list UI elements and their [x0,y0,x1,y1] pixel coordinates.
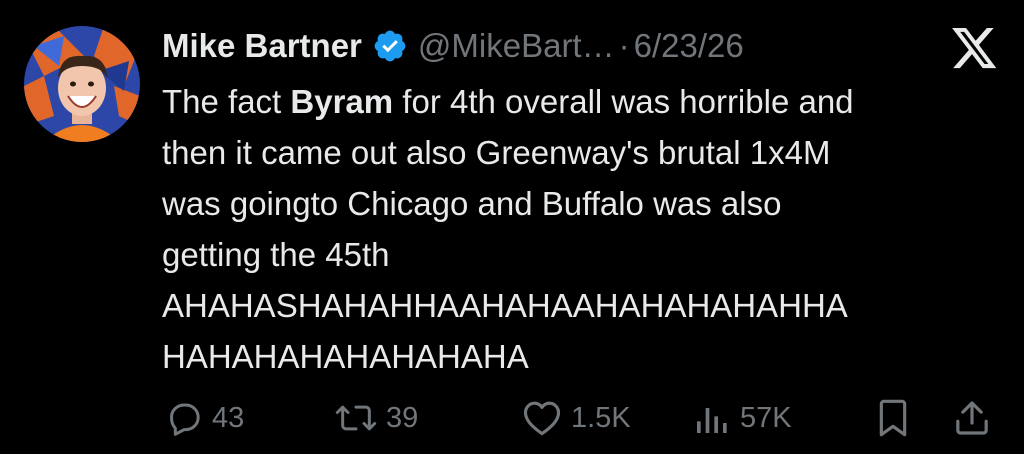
avatar[interactable] [24,26,140,142]
repost-button[interactable]: 39 [334,392,418,444]
tweet-line: HAHAHAHAHAHAHAHA [162,338,529,375]
bold-text: Byram [290,83,394,120]
repost-count: 39 [386,401,419,434]
view-count: 57K [740,401,792,434]
tweet-line: getting the 45th [162,236,390,273]
author-handle[interactable]: @MikeBart… [418,27,615,65]
repost-icon [335,405,377,431]
bookmark-button[interactable] [876,392,910,444]
heart-icon [523,401,561,436]
reply-icon [170,403,200,436]
like-button[interactable]: 1.5K [521,392,631,444]
author-name[interactable]: Mike Bartner [162,27,362,65]
tweet-line: The fact Byram for 4th overall was horri… [162,83,854,120]
reply-button[interactable]: 43 [164,392,244,444]
tweet-line: then it came out also Greenway's brutal … [162,134,831,171]
action-bar: 43 39 1.5K 57K [0,392,1024,444]
tweet-text: The fact Byram for 4th overall was horri… [162,76,1002,382]
share-button[interactable] [952,392,992,444]
share-icon [956,401,988,435]
tweet-date[interactable]: 6/23/26 [634,27,744,65]
tweet-line: AHAHASHAHAHHAAHAHAAHAHAHAHAHHA [162,287,848,324]
bookmark-icon [879,399,907,437]
verified-badge-icon [372,28,408,64]
views-chart-icon [697,408,727,433]
views-button[interactable]: 57K [692,392,792,444]
x-logo-icon[interactable] [952,28,998,70]
tweet-line: was goingto Chicago and Buffalo was also [162,185,782,222]
tweet-header: Mike Bartner @MikeBart… · 6/23/26 [162,24,744,68]
reply-count: 43 [212,401,245,434]
separator-dot: · [618,27,630,64]
avatar-image [24,26,140,142]
like-count: 1.5K [571,401,631,434]
